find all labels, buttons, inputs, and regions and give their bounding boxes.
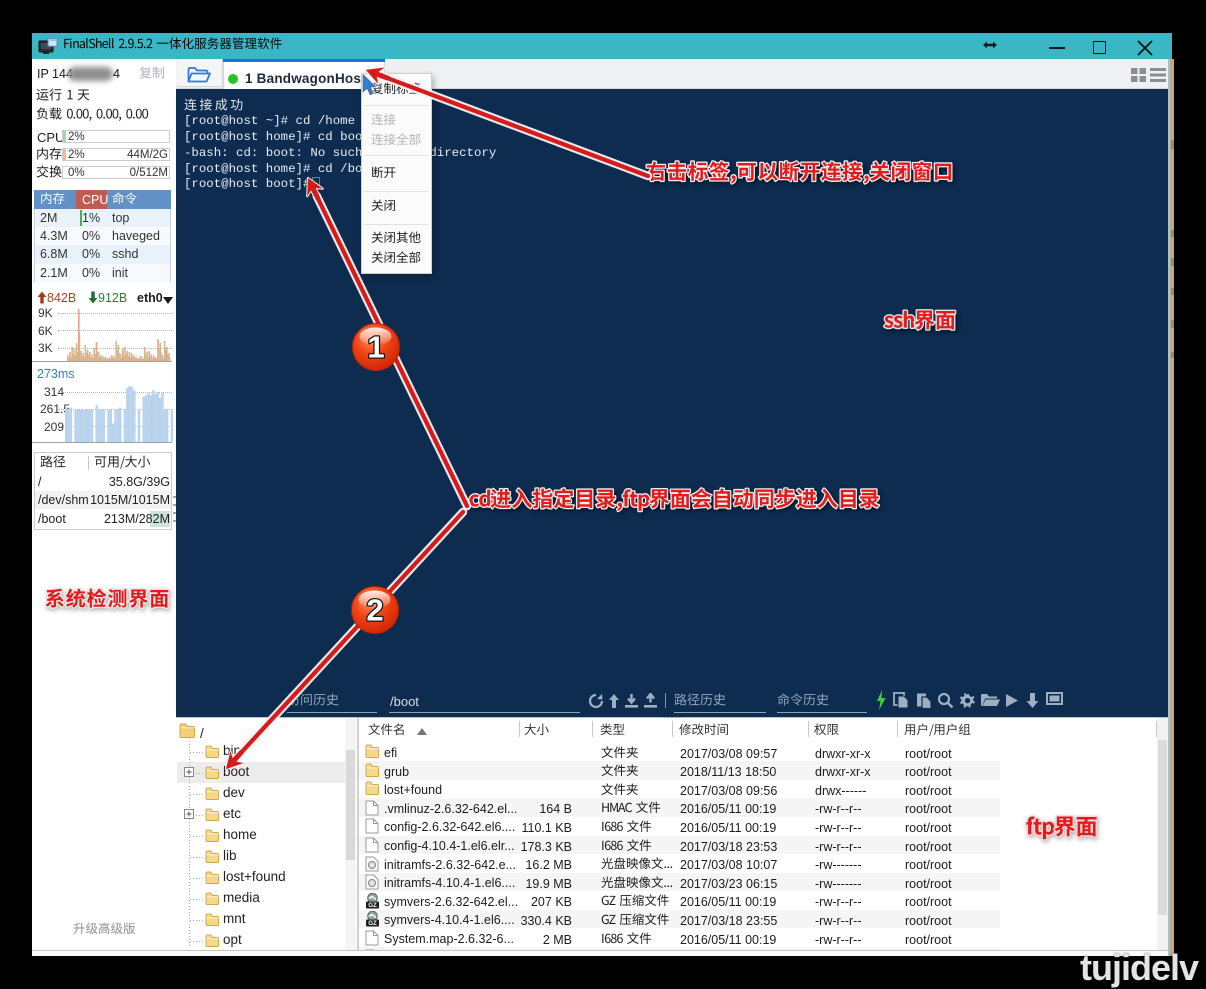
svg-text:2: 2 [366,593,383,628]
svg-text:1: 1 [367,330,384,365]
